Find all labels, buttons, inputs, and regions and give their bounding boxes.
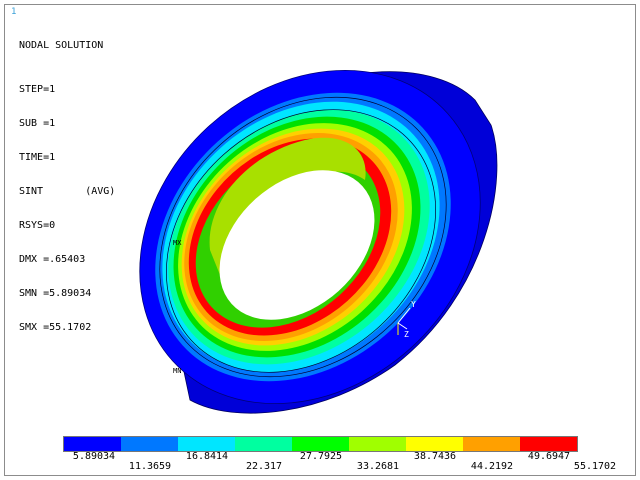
graphics-viewport[interactable]: 1 NODAL SOLUTION STEP=1 SUB =1 TIME=1 SI… <box>4 4 636 476</box>
contour-legend-bar <box>63 436 578 452</box>
legend-swatch-3 <box>178 437 235 451</box>
legend-swatch-7 <box>406 437 463 451</box>
mn-marker: MN <box>173 367 181 375</box>
legend-swatch-6 <box>349 437 406 451</box>
ring-contour-model[interactable]: MX MN Y Z <box>5 5 635 475</box>
legend-swatch-8 <box>463 437 520 451</box>
legend-swatch-5 <box>292 437 349 451</box>
legend-swatch-9 <box>520 437 577 451</box>
legend-swatch-2 <box>121 437 178 451</box>
legend-swatch-1 <box>64 437 121 451</box>
triad-y-label: Y <box>411 300 416 309</box>
legend-swatch-4 <box>235 437 292 451</box>
triad-z-label: Z <box>404 330 409 339</box>
mx-marker: MX <box>173 239 182 247</box>
